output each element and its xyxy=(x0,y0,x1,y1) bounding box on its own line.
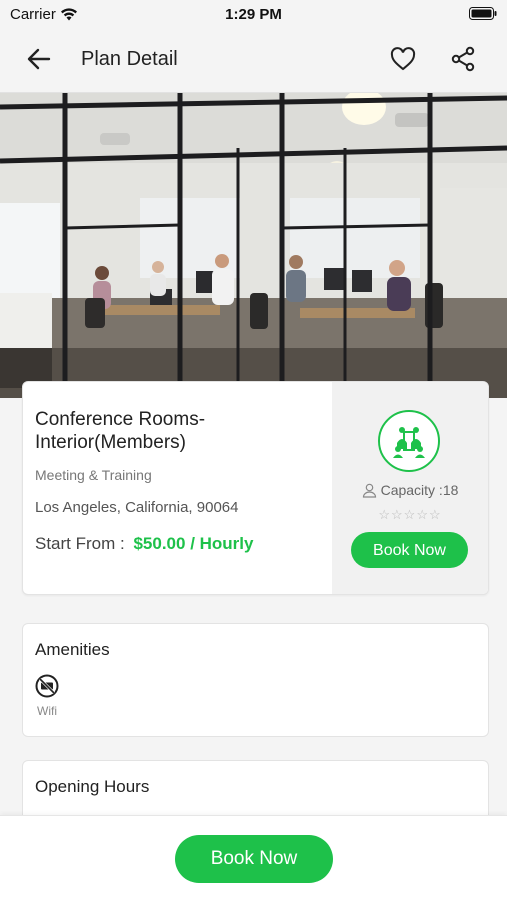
battery-icon xyxy=(469,7,497,20)
status-time: 1:29 PM xyxy=(225,6,282,23)
status-bar: Carrier 1:29 PM xyxy=(0,0,507,28)
plan-image-carousel[interactable] xyxy=(0,93,507,398)
page-title: Plan Detail xyxy=(81,48,178,70)
office-photo xyxy=(0,93,507,398)
share-icon[interactable] xyxy=(449,45,477,73)
price-label: Start From : xyxy=(35,534,125,553)
plan-info-details: Conference Rooms-Interior(Members) Meeti… xyxy=(23,382,331,594)
capacity-label: Capacity :18 xyxy=(380,482,459,498)
amenity-label: Wifi xyxy=(37,704,57,718)
user-icon xyxy=(362,483,376,498)
plan-price: $50.00 / Hourly xyxy=(133,534,254,553)
rating-stars: ☆☆☆☆☆ xyxy=(378,507,442,522)
plan-category: Meeting & Training xyxy=(35,467,152,483)
plan-price-row: Start From : $50.00 / Hourly xyxy=(35,534,253,554)
amenities-title: Amenities xyxy=(35,640,110,659)
wifi-off-icon xyxy=(35,674,59,698)
book-now-button[interactable]: Book Now xyxy=(351,532,468,568)
meeting-room-icon xyxy=(378,410,440,472)
opening-hours-title: Opening Hours xyxy=(35,777,150,796)
nav-bar: Plan Detail xyxy=(0,28,507,93)
capacity-row: Capacity :18 xyxy=(332,482,488,498)
back-arrow-icon[interactable] xyxy=(26,46,52,72)
plan-booking-panel: Capacity :18 ☆☆☆☆☆ Book Now xyxy=(332,382,488,594)
plan-location: Los Angeles, California, 90064 xyxy=(35,499,239,516)
amenities-card: Amenities Wifi xyxy=(22,623,489,737)
bottom-action-bar: Book Now xyxy=(0,815,507,901)
book-now-footer-button[interactable]: Book Now xyxy=(175,835,333,883)
plan-name: Conference Rooms-Interior(Members) xyxy=(35,409,206,453)
plan-info-card: Conference Rooms-Interior(Members) Meeti… xyxy=(22,381,489,595)
heart-icon[interactable] xyxy=(389,45,417,73)
